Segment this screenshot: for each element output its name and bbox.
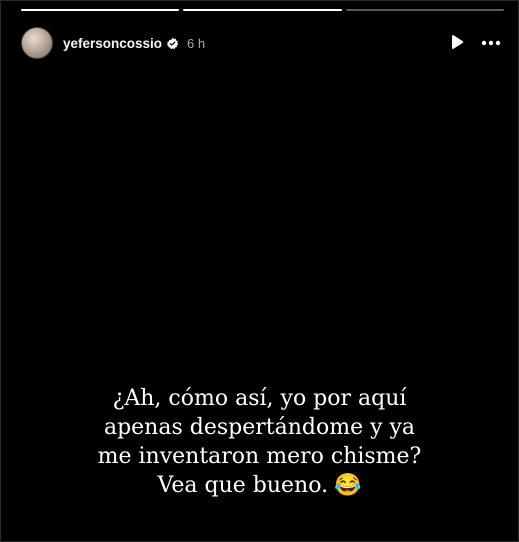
- story-caption: ¿Ah, cómo así, yo por aquí apenas desper…: [1, 384, 518, 500]
- post-time: 6 h: [187, 35, 206, 51]
- story-progress-bar: [21, 9, 504, 12]
- laughing-emoji: 😂: [334, 473, 362, 498]
- story-viewer: yefersoncossio 6 h ¿Ah, cómo así, yo por…: [0, 0, 519, 542]
- caption-line-last: Vea que bueno. 😂: [1, 471, 518, 500]
- play-button[interactable]: [444, 30, 470, 56]
- more-horizontal-icon: [481, 40, 501, 46]
- play-icon: [452, 35, 464, 49]
- more-options-button[interactable]: [478, 30, 504, 56]
- story-header: yefersoncossio 6 h: [21, 27, 504, 59]
- caption-line: me inventaron mero chisme?: [97, 444, 422, 469]
- username-link[interactable]: yefersoncossio: [63, 36, 162, 51]
- verified-badge-icon: [166, 37, 179, 49]
- progress-fill: [21, 9, 180, 11]
- caption-line-text: Vea que bueno.: [157, 473, 329, 498]
- progress-segment: [21, 9, 180, 11]
- avatar[interactable]: [21, 27, 53, 59]
- progress-segment: [345, 9, 504, 11]
- caption-line: apenas despertándome y ya: [103, 415, 416, 440]
- caption-line: ¿Ah, cómo así, yo por aquí: [112, 386, 407, 411]
- progress-segment: [183, 9, 342, 11]
- progress-fill: [183, 9, 342, 11]
